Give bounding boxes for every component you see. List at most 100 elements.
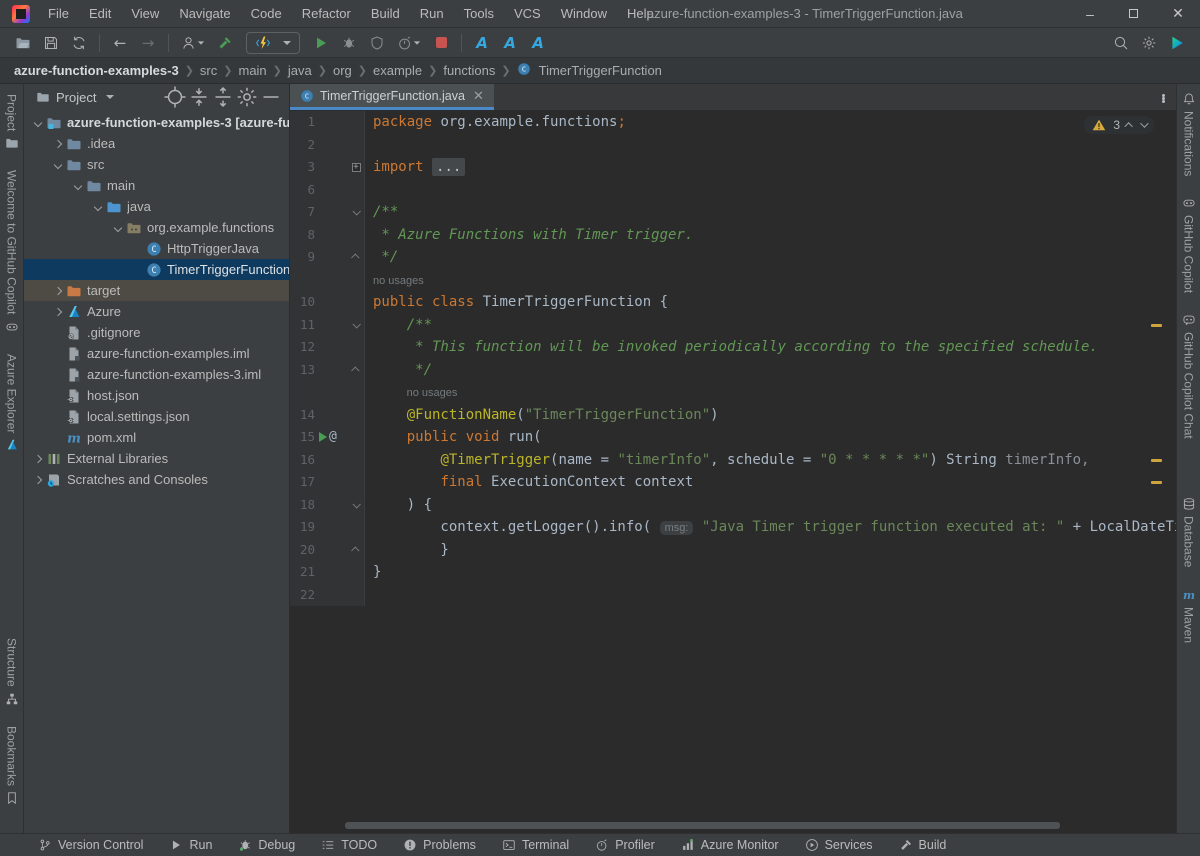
menu-code[interactable]: Code <box>243 3 290 24</box>
code-line[interactable]: 3+import ... <box>290 156 1176 179</box>
ide-updates-button[interactable] <box>1164 31 1190 55</box>
tool-window-button-project[interactable]: Project <box>5 94 19 150</box>
tool-window-button-azure-explorer[interactable]: Azure Explorer <box>5 354 19 452</box>
azure-functions-button[interactable]: A <box>525 31 551 55</box>
tree-item-azure[interactable]: Azure <box>24 301 289 322</box>
line-number[interactable]: 19 <box>290 516 315 539</box>
menu-window[interactable]: Window <box>553 3 615 24</box>
line-number[interactable]: 14 <box>290 404 315 427</box>
tree-item-target[interactable]: target <box>24 280 289 301</box>
debug-button[interactable] <box>336 31 362 55</box>
tree-item-azure-function-examples-3-iml[interactable]: azure-function-examples-3.iml <box>24 364 289 385</box>
line-number[interactable]: 6 <box>290 179 315 202</box>
line-number[interactable]: 15 <box>290 426 315 449</box>
locate-file-button[interactable] <box>163 86 187 108</box>
tree-item-external-libraries[interactable]: External Libraries <box>24 448 289 469</box>
save-all-button[interactable] <box>38 31 64 55</box>
fold-open-icon[interactable] <box>352 320 360 328</box>
tab-options-icon[interactable] <box>1150 86 1176 110</box>
tree-item-scratches-and-consoles[interactable]: Scratches and Consoles <box>24 469 289 490</box>
usages-inlay-hint[interactable]: no usages <box>373 275 424 287</box>
tree-expand-icon[interactable] <box>90 199 106 215</box>
statusbar-profiler[interactable]: Profiler <box>595 838 655 852</box>
tree-expand-icon[interactable] <box>50 304 66 320</box>
project-panel-title[interactable]: Project <box>56 90 96 105</box>
fold-close-icon[interactable] <box>351 366 359 374</box>
tab-close-icon[interactable]: ✕ <box>473 88 484 104</box>
line-number[interactable]: 10 <box>290 291 315 314</box>
run-configuration-select[interactable] <box>246 32 300 54</box>
menu-view[interactable]: View <box>123 3 167 24</box>
menu-build[interactable]: Build <box>363 3 408 24</box>
code-line[interactable]: 14 @FunctionName("TimerTriggerFunction") <box>290 404 1176 427</box>
azure-explorer-button[interactable]: A <box>497 31 523 55</box>
breadcrumb-functions[interactable]: functions <box>439 62 499 79</box>
tree-expand-icon[interactable] <box>30 451 46 467</box>
menu-refactor[interactable]: Refactor <box>294 3 359 24</box>
tree-expand-icon[interactable] <box>50 136 66 152</box>
search-everywhere-button[interactable] <box>1108 31 1134 55</box>
line-number[interactable]: 11 <box>290 314 315 337</box>
tree-item-java[interactable]: java <box>24 196 289 217</box>
usages-inlay-hint[interactable]: no usages <box>373 387 457 399</box>
tool-window-button-database[interactable]: Database <box>1182 497 1196 567</box>
fold-collapsed-icon[interactable]: + <box>352 163 361 172</box>
tree-item-azure-function-examples-iml[interactable]: azure-function-examples.iml <box>24 343 289 364</box>
minimize-button[interactable]: – <box>1068 0 1112 28</box>
code-line[interactable]: 20 } <box>290 539 1176 562</box>
menu-tools[interactable]: Tools <box>456 3 502 24</box>
statusbar-run[interactable]: Run <box>169 838 212 852</box>
tree-item-azure-function-examples-3-azure-funct[interactable]: azure-function-examples-3 [azure-funct <box>24 112 289 133</box>
sync-button[interactable] <box>66 31 92 55</box>
horizontal-scrollbar[interactable] <box>345 822 1060 829</box>
fold-open-icon[interactable] <box>352 207 360 215</box>
open-button[interactable] <box>10 31 36 55</box>
panel-settings-button[interactable] <box>235 86 259 108</box>
maximize-button[interactable] <box>1112 0 1156 28</box>
tree-item-local-settings-json[interactable]: local.settings.json <box>24 406 289 427</box>
breadcrumb-timertriggerfunction[interactable]: TimerTriggerFunction <box>535 62 666 79</box>
breadcrumb-main[interactable]: main <box>234 62 270 79</box>
code-line[interactable]: 9 */ <box>290 246 1176 269</box>
code-line[interactable]: 12 * This function will be invoked perio… <box>290 336 1176 359</box>
run-line-icon[interactable] <box>319 432 327 442</box>
menu-navigate[interactable]: Navigate <box>171 3 238 24</box>
code-line[interactable]: 15@ public void run( <box>290 426 1176 449</box>
breadcrumb-org[interactable]: org <box>329 62 356 79</box>
expand-all-button[interactable] <box>187 86 211 108</box>
statusbar-services[interactable]: Services <box>805 838 873 852</box>
code-line[interactable]: 22 <box>290 584 1176 607</box>
breadcrumb-azure-function-examples-3[interactable]: azure-function-examples-3 <box>10 62 183 79</box>
code-line[interactable]: 11 /** <box>290 314 1176 337</box>
line-number[interactable]: 9 <box>290 246 315 269</box>
tool-window-button-notifications[interactable]: Notifications <box>1182 92 1196 176</box>
profiler-button[interactable] <box>392 31 426 55</box>
azure-deploy-button[interactable]: A <box>469 31 495 55</box>
tree-item-gitignore[interactable]: .gitignore <box>24 322 289 343</box>
tool-window-button-github-copilot-chat[interactable]: GitHub Copilot Chat <box>1182 313 1196 439</box>
code-line[interactable]: 21} <box>290 561 1176 584</box>
statusbar-version-control[interactable]: Version Control <box>38 838 143 852</box>
code-line[interactable]: 6 <box>290 179 1176 202</box>
tool-window-button-structure[interactable]: Structure <box>5 638 19 706</box>
line-number[interactable]: 16 <box>290 449 315 472</box>
tool-window-button-github-copilot[interactable]: GitHub Copilot <box>1182 196 1196 293</box>
tree-item-idea[interactable]: .idea <box>24 133 289 154</box>
run-button[interactable] <box>308 31 334 55</box>
tree-item-src[interactable]: src <box>24 154 289 175</box>
fold-close-icon[interactable] <box>351 546 359 554</box>
code-line[interactable]: 8 * Azure Functions with Timer trigger. <box>290 224 1176 247</box>
tree-item-httptriggerjava[interactable]: CHttpTriggerJava <box>24 238 289 259</box>
settings-button[interactable] <box>1136 31 1162 55</box>
breadcrumb-src[interactable]: src <box>196 62 221 79</box>
warning-stripe-mark[interactable] <box>1151 481 1162 484</box>
code-line[interactable]: 7/** <box>290 201 1176 224</box>
code-line[interactable]: 1package org.example.functions; <box>290 111 1176 134</box>
next-problem-icon[interactable] <box>1140 119 1148 127</box>
stop-button[interactable] <box>428 31 454 55</box>
statusbar-todo[interactable]: TODO <box>321 838 377 852</box>
tree-expand-icon[interactable] <box>50 157 66 173</box>
statusbar-azure-monitor[interactable]: Azure Monitor <box>681 838 779 852</box>
line-number[interactable]: 7 <box>290 201 315 224</box>
code-line[interactable]: 18 ) { <box>290 494 1176 517</box>
